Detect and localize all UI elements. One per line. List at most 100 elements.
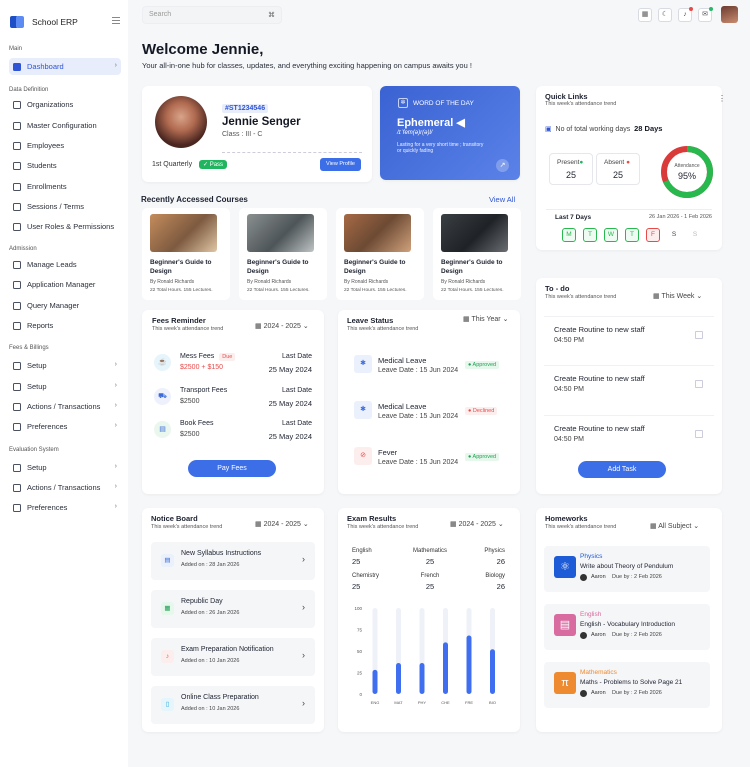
bar-eng[interactable] bbox=[372, 669, 378, 694]
leave-type-icon: ✱ bbox=[354, 401, 372, 419]
exam-subject-score: 25 bbox=[352, 557, 361, 566]
sidebar-item-eval-preferences[interactable]: Preferences › bbox=[9, 499, 121, 516]
exam-results-card: Exam Results This week's attendance tren… bbox=[338, 508, 520, 732]
sidebar-item-organizations[interactable]: Organizations bbox=[9, 96, 121, 113]
notice-period-select[interactable]: ▦ 2024 - 2025 ⌄ bbox=[255, 520, 309, 528]
brand-logo-icon bbox=[10, 14, 26, 30]
course-card[interactable]: Beginner's Guide to Design By Ronald Rich… bbox=[239, 208, 327, 300]
divider bbox=[222, 152, 362, 153]
bar-che[interactable] bbox=[443, 642, 448, 694]
view-all-link[interactable]: View All bbox=[489, 195, 515, 204]
course-card[interactable]: Beginner's Guide to Design By Ronald Rich… bbox=[336, 208, 424, 300]
bell-icon[interactable]: ♪ bbox=[678, 7, 693, 22]
homework-teacher: Aaron bbox=[591, 690, 606, 696]
sidebar-item-enrollments[interactable]: Enrollments bbox=[9, 178, 121, 195]
x-tick-label: MAT bbox=[394, 700, 403, 705]
leave-status-badge: ● Approved bbox=[465, 453, 500, 461]
todo-subtitle: This week's attendance trend bbox=[545, 294, 617, 300]
more-icon[interactable]: ⋮ bbox=[718, 94, 726, 103]
exam-period-select[interactable]: ▦ 2024 - 2025 ⌄ bbox=[450, 520, 504, 528]
menu-toggle-icon[interactable] bbox=[112, 17, 120, 26]
pay-fees-button[interactable]: Pay Fees bbox=[188, 460, 276, 477]
todo-checkbox[interactable] bbox=[695, 430, 703, 438]
quick-links-card: Quick Links This week's attendance trend… bbox=[536, 86, 726, 250]
sidebar-item-reports[interactable]: Reports bbox=[9, 317, 121, 334]
homework-item[interactable]: ⚛ Physics Write about Theory of Pendulum Aa… bbox=[544, 546, 710, 592]
bar-phy[interactable] bbox=[419, 663, 425, 694]
notice-date: Added on : 10 Jan 2026 bbox=[181, 706, 240, 712]
todo-checkbox[interactable] bbox=[695, 331, 703, 339]
pass-badge: ✓ Pass bbox=[199, 160, 228, 169]
bar-fre[interactable] bbox=[466, 635, 472, 694]
homework-teacher: Aaron bbox=[591, 574, 606, 580]
word-meaning: Lasting for a very short time ; transito… bbox=[397, 142, 484, 154]
leave-status-badge: ● Approved bbox=[465, 361, 500, 369]
homework-item[interactable]: π Mathematics Maths - Problems to Solve Pa… bbox=[544, 662, 710, 708]
moon-icon[interactable]: ☾ bbox=[658, 8, 672, 22]
leave-type: Fever bbox=[378, 448, 398, 457]
student-photo bbox=[155, 96, 207, 148]
calendar-icon[interactable]: ▦ bbox=[638, 8, 652, 22]
sidebar-item-fees-setup-2[interactable]: Setup › bbox=[9, 378, 121, 395]
exam-subject-score: 25 bbox=[425, 557, 435, 566]
todo-checkbox[interactable] bbox=[695, 380, 703, 388]
dashboard-icon bbox=[13, 62, 21, 71]
course-title: Beginner's Guide to Design bbox=[150, 259, 212, 275]
homework-subject-select[interactable]: ▦ All Subject ⌄ bbox=[650, 522, 699, 530]
sidebar-item-dashboard[interactable]: Dashboard › bbox=[9, 58, 121, 75]
notice-title: Notice Board bbox=[151, 514, 198, 523]
sidebar-item-manage-leads[interactable]: Manage Leads bbox=[9, 256, 121, 273]
speaker-icon[interactable]: ◀ bbox=[456, 117, 464, 129]
attendance-value: 95% bbox=[677, 171, 696, 181]
course-card[interactable]: Beginner's Guide to Design By Ronald Rich… bbox=[433, 208, 521, 300]
todo-item[interactable]: Create Routine to new staff 04:50 PM bbox=[544, 316, 714, 352]
notice-item[interactable]: ▦ Republic Day Added on : 26 Jan 2026 › bbox=[151, 590, 315, 628]
sidebar-item-fees-actions[interactable]: Actions / Transactions › bbox=[9, 398, 121, 415]
todo-item[interactable]: Create Routine to new staff 04:50 PM bbox=[544, 415, 714, 451]
sidebar-item-application-manager[interactable]: Application Manager bbox=[9, 276, 121, 293]
course-meta: 22 Total Hours. 155 Lectures. bbox=[441, 288, 504, 293]
sidebar-item-fees-preferences[interactable]: Preferences › bbox=[9, 418, 121, 435]
sidebar-item-eval-actions[interactable]: Actions / Transactions › bbox=[9, 479, 121, 496]
fee-date-label: Last Date bbox=[282, 387, 312, 394]
course-card[interactable]: Beginner's Guide to Design By Ronald Rich… bbox=[142, 208, 230, 300]
view-profile-button[interactable]: View Profile bbox=[320, 158, 361, 171]
course-title: Beginner's Guide to Design bbox=[344, 259, 406, 275]
brand[interactable]: School ERP bbox=[10, 14, 78, 30]
course-title: Beginner's Guide to Design bbox=[247, 259, 309, 275]
todo-item[interactable]: Create Routine to new staff 04:50 PM bbox=[544, 365, 714, 401]
leave-period-select[interactable]: ▦ This Year ⌄ bbox=[463, 315, 508, 323]
leave-status-card: Leave Status This week's attendance tren… bbox=[338, 310, 520, 494]
course-author: By Ronald Richards bbox=[150, 279, 195, 285]
notice-item[interactable]: ▯ Online Class Preparation Added on : 10 J… bbox=[151, 686, 315, 724]
fees-period-select[interactable]: ▦ 2024 - 2025 ⌄ bbox=[255, 322, 309, 330]
sidebar-item-students[interactable]: Students bbox=[9, 157, 121, 174]
notice-date: Added on : 26 Jan 2026 bbox=[181, 610, 240, 616]
word-phonetic: /ɪˈfem(ə)r(ə)l/ bbox=[397, 130, 433, 136]
page-title: Welcome Jennie, bbox=[142, 41, 264, 58]
y-tick-label: 75 bbox=[357, 628, 363, 633]
todo-task: Create Routine to new staff bbox=[554, 424, 645, 433]
bar-mat[interactable] bbox=[396, 663, 401, 694]
user-avatar[interactable] bbox=[721, 6, 738, 23]
notice-item[interactable]: ♪ Exam Preparation Notification Added on :… bbox=[151, 638, 315, 676]
sidebar-item-sessions-terms[interactable]: Sessions / Terms bbox=[9, 198, 121, 215]
arrow-icon[interactable]: ↗ bbox=[496, 159, 509, 172]
todo-period-select[interactable]: ▦ This Week ⌄ bbox=[653, 292, 702, 300]
bar-bio[interactable] bbox=[490, 649, 495, 694]
add-task-button[interactable]: Add Task bbox=[578, 461, 666, 478]
sidebar-item-query-manager[interactable]: Query Manager bbox=[9, 297, 121, 314]
homework-item[interactable]: ▤ English English - Vocabulary Introductio… bbox=[544, 604, 710, 650]
course-meta: 22 Total Hours. 155 Lectures. bbox=[344, 288, 407, 293]
sidebar-item-fees-setup[interactable]: Setup › bbox=[9, 357, 121, 374]
sidebar-item-user-roles[interactable]: User Roles & Permissions bbox=[9, 218, 121, 235]
leave-subtitle: This week's attendance trend bbox=[347, 326, 419, 332]
search-input[interactable]: Search ⌘ bbox=[142, 6, 282, 24]
sidebar-item-employees[interactable]: Employees bbox=[9, 137, 121, 154]
chat-icon[interactable]: ✉ bbox=[698, 7, 713, 22]
sidebar-item-master-configuration[interactable]: Master Configuration bbox=[9, 117, 121, 134]
sidebar-item-eval-setup[interactable]: Setup › bbox=[9, 459, 121, 476]
notice-date: Added on : 28 Jan 2026 bbox=[181, 562, 240, 568]
notice-item[interactable]: ▤ New Syllabus Instructions Added on : 28 … bbox=[151, 542, 315, 580]
fee-amount: $2500 + $150 bbox=[180, 364, 224, 371]
